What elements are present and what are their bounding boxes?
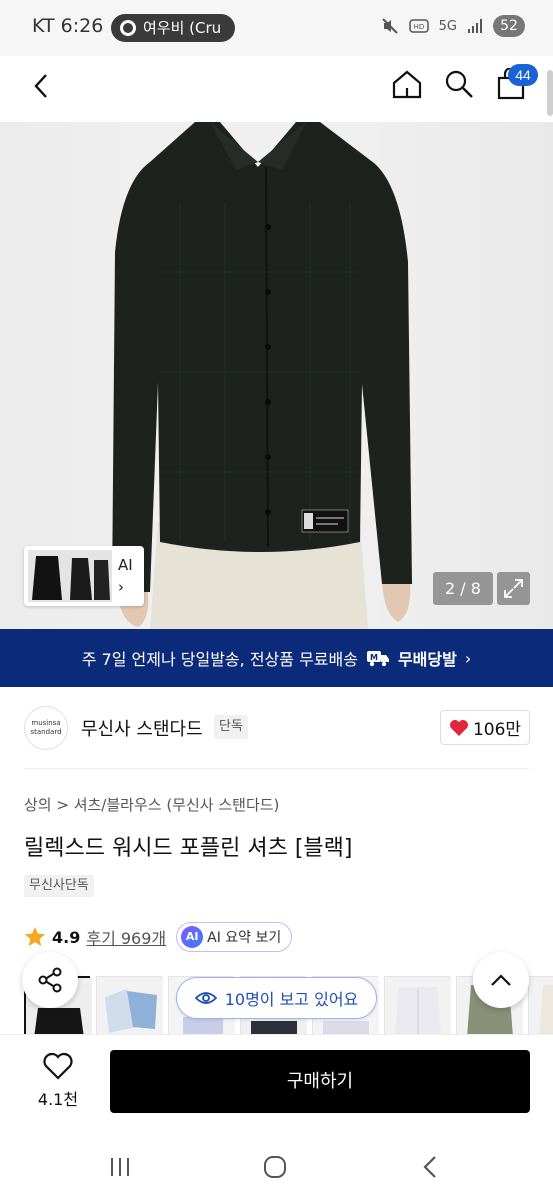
brand-logo-line1: musinsa bbox=[31, 719, 61, 727]
heart-icon bbox=[449, 719, 468, 736]
home-nav-button[interactable] bbox=[255, 1150, 295, 1184]
product-title: 릴렉스드 워시드 포플린 셔츠 [블랙] bbox=[24, 836, 353, 861]
color-option[interactable] bbox=[384, 976, 451, 1034]
exclusive-tag: 단독 bbox=[214, 715, 248, 739]
divider bbox=[24, 768, 529, 769]
back-nav-icon bbox=[423, 1156, 436, 1178]
ai-label: AI bbox=[118, 556, 133, 574]
heart-outline-icon bbox=[43, 1052, 73, 1080]
ai-summary-label: AI 요약 보기 bbox=[207, 930, 282, 946]
brand-like-button[interactable]: 106만 bbox=[440, 710, 530, 745]
signal-icon bbox=[468, 19, 482, 33]
wishlist-button[interactable]: 4.1천 bbox=[28, 1052, 88, 1110]
share-button[interactable] bbox=[22, 952, 78, 1008]
brand-logo[interactable]: musinsa standard bbox=[24, 706, 68, 750]
chevron-right-icon: › bbox=[464, 648, 472, 668]
share-icon bbox=[38, 967, 62, 993]
status-bar: KT 6:26 여우비 (Cru HD 5G 52 bbox=[0, 0, 553, 56]
lookbook-image bbox=[28, 550, 112, 602]
viewers-text: 10명이 보고 있어요 bbox=[224, 990, 359, 1009]
scroll-top-button[interactable] bbox=[473, 952, 529, 1008]
scroll-indicator bbox=[547, 70, 553, 116]
chevron-up-icon bbox=[491, 974, 511, 986]
battery-icon: 52 bbox=[493, 15, 525, 37]
star-icon bbox=[25, 927, 45, 946]
home-circle-icon bbox=[264, 1156, 286, 1178]
search-icon bbox=[445, 70, 473, 98]
wishlist-count: 4.1천 bbox=[37, 1090, 79, 1109]
rating-value: 4.9 bbox=[52, 927, 81, 947]
rating-row: 4.9 후기 969개 AI AI 요약 보기 bbox=[24, 922, 293, 952]
fullscreen-icon bbox=[504, 579, 523, 598]
shipping-banner[interactable]: 주 7일 언제나 당일발송, 전상품 무료배송 M 무배당발 › bbox=[0, 629, 553, 687]
carrier-time: KT 6:26 bbox=[32, 15, 104, 37]
exclusive-badge: 무신사단독 bbox=[24, 875, 94, 897]
cart-count-badge: 44 bbox=[508, 64, 538, 86]
buy-button[interactable]: 구매하기 bbox=[110, 1050, 530, 1113]
svg-text:M: M bbox=[370, 653, 378, 662]
ai-icon: AI bbox=[181, 926, 204, 948]
brand-logo-line2: standard bbox=[30, 728, 62, 736]
ai-lookbook-thumbnail[interactable] bbox=[24, 546, 144, 606]
breadcrumb[interactable]: 상의 > 셔츠/블라우스 (무신사 스탠다드) bbox=[24, 794, 279, 815]
banner-badge: 무배당발 bbox=[397, 650, 457, 669]
system-nav-bar bbox=[0, 1130, 553, 1200]
like-count: 106만 bbox=[472, 720, 522, 740]
brand-name[interactable]: 무신사 스탠다드 bbox=[81, 715, 203, 741]
image-pager: 2 / 8 bbox=[433, 572, 493, 605]
color-option[interactable] bbox=[528, 976, 553, 1034]
search-button[interactable] bbox=[440, 64, 478, 104]
recent-apps-button[interactable] bbox=[100, 1150, 140, 1184]
ai-summary-button[interactable]: AI AI 요약 보기 bbox=[176, 922, 293, 952]
notification-text: 여우비 (Cru bbox=[143, 19, 222, 37]
viewers-indicator: 10명이 보고 있어요 bbox=[176, 977, 377, 1019]
hd-icon: HD bbox=[408, 19, 429, 33]
expand-button[interactable] bbox=[497, 572, 530, 605]
back-button[interactable] bbox=[24, 66, 58, 106]
mute-icon bbox=[381, 18, 398, 34]
app-header bbox=[0, 56, 553, 122]
back-arrow-icon bbox=[34, 74, 47, 98]
eye-icon bbox=[194, 992, 217, 1004]
reviews-link[interactable]: 후기 969개 bbox=[86, 925, 166, 949]
svg-text:HD: HD bbox=[413, 23, 424, 31]
back-nav-button[interactable] bbox=[410, 1150, 450, 1184]
color-option[interactable] bbox=[96, 976, 163, 1034]
notification-pill[interactable]: 여우비 (Cru bbox=[111, 14, 235, 42]
network-type: 5G bbox=[438, 18, 457, 34]
status-icons: HD 5G 52 bbox=[381, 15, 525, 37]
home-button[interactable] bbox=[388, 64, 426, 104]
banner-text: 주 7일 언제나 당일발송, 전상품 무료배송 bbox=[81, 650, 358, 669]
chevron-right-icon: › bbox=[118, 578, 124, 596]
home-icon bbox=[392, 70, 422, 99]
recent-apps-icon bbox=[111, 1158, 129, 1176]
delivery-truck-icon: M bbox=[366, 651, 389, 667]
music-icon bbox=[120, 20, 136, 36]
